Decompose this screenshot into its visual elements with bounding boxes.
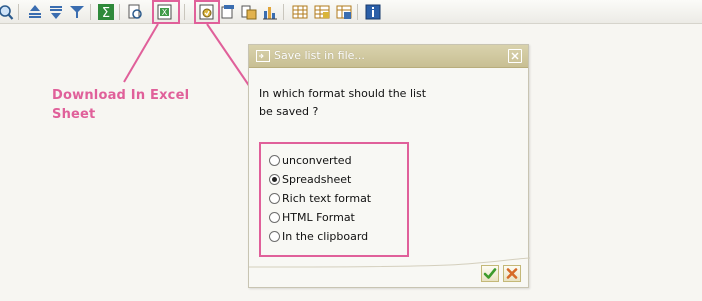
option-label: HTML Format: [282, 210, 355, 224]
excel-annotation-arrow: [123, 23, 159, 83]
confirm-button[interactable]: [481, 265, 499, 282]
question-line-2: be saved ?: [259, 105, 319, 118]
download-annotation: Download In Excel Sheet: [52, 86, 222, 124]
radio-rich-text[interactable]: [269, 192, 280, 204]
cancel-x-icon: [506, 268, 518, 279]
close-icon: [511, 52, 519, 60]
question-line-1: In which format should the list: [259, 87, 427, 100]
checkmark-icon: [483, 268, 497, 279]
annotation-line-1: Download In Excel: [52, 88, 190, 103]
radio-html-format[interactable]: [269, 211, 280, 223]
option-label: In the clipboard: [282, 229, 369, 243]
option-clipboard[interactable]: In the clipboard: [269, 228, 368, 244]
option-label: Spreadsheet: [282, 172, 352, 186]
option-label: unconverted: [282, 153, 352, 167]
cancel-button[interactable]: [503, 265, 521, 282]
dialog-annotation-arrow: [206, 23, 253, 91]
option-spreadsheet[interactable]: Spreadsheet: [269, 171, 351, 187]
radio-unconverted[interactable]: [269, 154, 280, 166]
option-label: Rich text format: [282, 191, 372, 205]
dialog-title: Save list in file...: [274, 49, 365, 62]
annotation-line-2: Sheet: [52, 107, 96, 122]
radio-spreadsheet[interactable]: [269, 173, 280, 185]
dialog-titlebar[interactable]: Save list in file...: [249, 45, 528, 68]
dialog-close-button[interactable]: [508, 49, 522, 63]
radio-clipboard[interactable]: [269, 230, 280, 242]
option-rich-text[interactable]: Rich text format: [269, 190, 371, 206]
format-options-group: unconverted Spreadsheet Rich text format…: [259, 142, 409, 257]
dialog-window-icon: [256, 50, 270, 62]
option-html-format[interactable]: HTML Format: [269, 209, 355, 225]
option-unconverted[interactable]: unconverted: [269, 152, 352, 168]
save-list-dialog: Save list in file... In which format sho…: [248, 44, 530, 288]
dialog-question: In which format should the list be saved…: [259, 85, 459, 121]
